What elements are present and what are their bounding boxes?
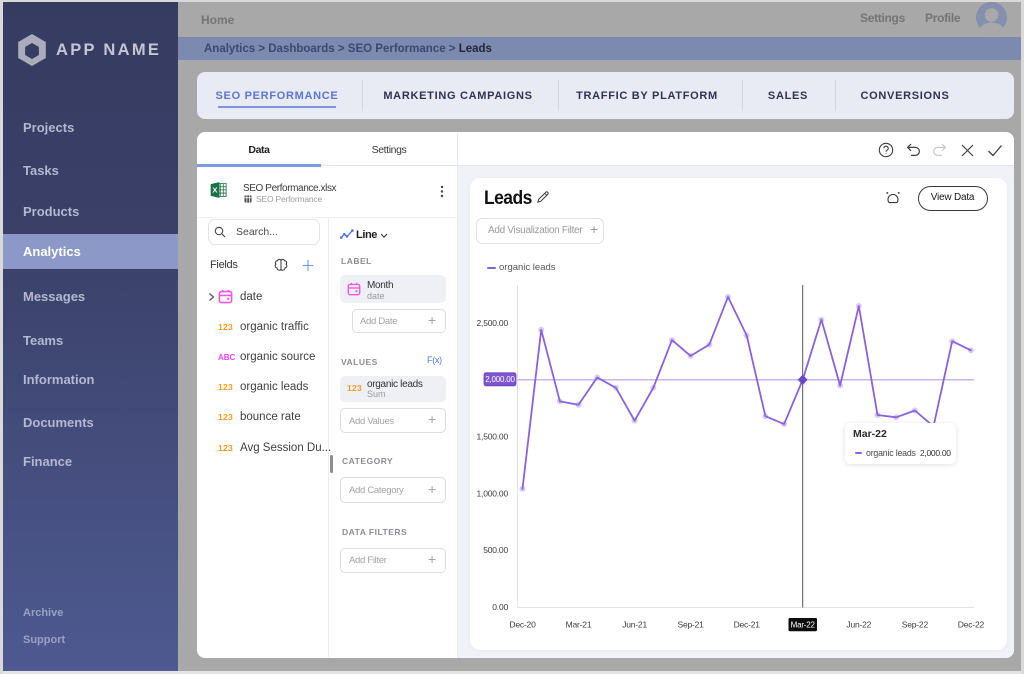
svg-text:Dec-20: Dec-20: [509, 620, 536, 630]
svg-text:Jun-21: Jun-21: [622, 620, 647, 630]
svg-text:Mar-21: Mar-21: [566, 620, 592, 630]
svg-text:Sep-21: Sep-21: [677, 620, 704, 630]
svg-text:X: X: [212, 186, 218, 195]
svg-text:Jun-22: Jun-22: [846, 620, 871, 630]
svg-text:Dec-22: Dec-22: [958, 620, 985, 630]
svg-text:0.00: 0.00: [492, 602, 508, 612]
svg-text:Sep-22: Sep-22: [902, 620, 929, 630]
svg-text:Dec-21: Dec-21: [734, 620, 761, 630]
svg-text:1,500.00: 1,500.00: [477, 432, 509, 442]
svg-text:1,000.00: 1,000.00: [477, 488, 509, 498]
svg-text:500.00: 500.00: [483, 545, 508, 555]
svg-text:Mar-22: Mar-22: [791, 621, 816, 630]
svg-text:2,000.00: 2,000.00: [485, 375, 515, 384]
svg-text:2,500.00: 2,500.00: [477, 318, 509, 328]
